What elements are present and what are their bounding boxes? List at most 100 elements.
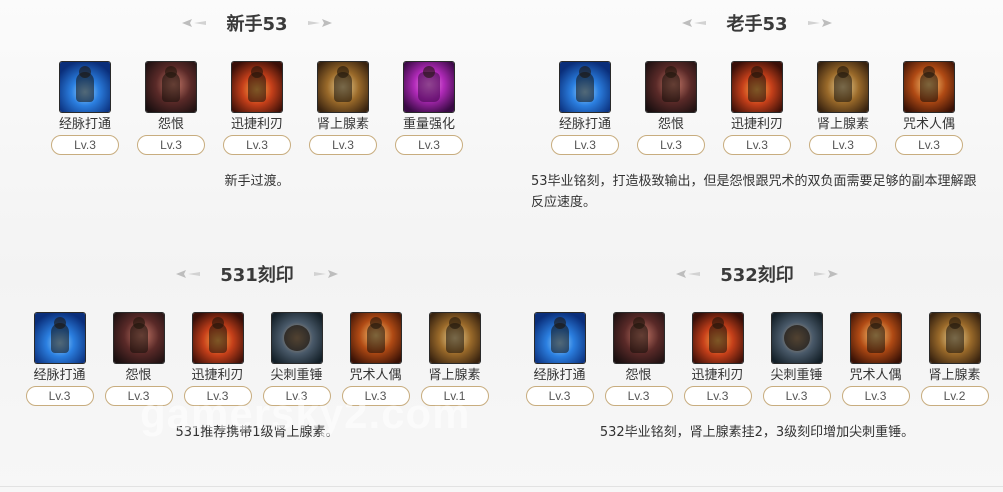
skill-level-badge: Lv.3 xyxy=(183,386,252,406)
skill-level-badge: Lv.3 xyxy=(723,135,791,155)
skill-item[interactable]: 肾上腺素 Lv.2 xyxy=(920,313,989,406)
adrenaline-icon xyxy=(318,62,368,112)
build-panel-532-engraving: 532刻印 经脉打通 Lv.3 怨恨 Lv.3 迅捷利刃 Lv.3 尖刺重锤 L… xyxy=(525,259,989,443)
weight-reinforce-icon xyxy=(404,62,454,112)
spiked-hammer-icon xyxy=(271,313,322,363)
panel-note: 53毕业铭刻，打造极致输出，但是怨恨跟咒术的双负面需要足够的副本理解跟反应速度。 xyxy=(531,174,977,210)
build-panel-novice-53: 新手53 经脉打通 Lv.3 怨恨 Lv.3 迅捷利刃 Lv.3 肾上腺素 Lv… xyxy=(27,8,487,192)
skill-item[interactable]: 迅捷利刃 Lv.3 xyxy=(683,313,752,406)
adrenaline-icon xyxy=(429,313,480,363)
skill-name: 肾上腺素 xyxy=(816,117,869,132)
skill-level-badge: Lv.3 xyxy=(637,135,705,155)
right-ornament-icon xyxy=(807,19,832,27)
left-ornament-icon xyxy=(676,270,701,278)
skill-item[interactable]: 经脉打通 Lv.3 xyxy=(548,62,623,155)
build-panel-531-engraving: 531刻印 经脉打通 Lv.3 怨恨 Lv.3 迅捷利刃 Lv.3 尖刺重锤 L… xyxy=(25,259,489,443)
skill-item[interactable]: 咒术人偶 Lv.3 xyxy=(841,313,910,406)
skill-name: 经脉打通 xyxy=(58,117,111,132)
skill-name: 怨恨 xyxy=(157,117,184,132)
skill-list: 经脉打通 Lv.3 怨恨 Lv.3 迅捷利刃 Lv.3 肾上腺素 Lv.3 重量… xyxy=(27,62,487,155)
left-ornament-icon xyxy=(682,19,707,27)
panel-title: 新手53 xyxy=(226,14,288,35)
skill-name: 经脉打通 xyxy=(558,117,611,132)
skill-item[interactable]: 怨恨 Lv.3 xyxy=(104,313,173,406)
skill-item[interactable]: 咒术人偶 Lv.3 xyxy=(341,313,410,406)
panel-note: 532毕业铭刻，肾上腺素挂2，3级刻印增加尖刺重锤。 xyxy=(599,425,915,440)
panel-note: 新手过渡。 xyxy=(224,174,290,189)
skill-name: 怨恨 xyxy=(625,368,652,383)
skill-name: 重量强化 xyxy=(402,117,455,132)
skill-level-badge: Lv.3 xyxy=(683,386,752,406)
skill-name: 咒术人偶 xyxy=(349,368,402,383)
skill-name: 肾上腺素 xyxy=(928,368,981,383)
skill-level-badge: Lv.3 xyxy=(604,386,673,406)
grudge-icon xyxy=(613,313,664,363)
skill-item[interactable]: 经脉打通 Lv.3 xyxy=(25,313,94,406)
curse-doll-icon xyxy=(904,62,954,112)
skill-level-badge: Lv.3 xyxy=(137,135,205,155)
swift-blade-icon xyxy=(692,313,743,363)
right-ornament-icon xyxy=(313,270,338,278)
skill-name: 尖刺重锤 xyxy=(770,368,823,383)
grudge-icon xyxy=(646,62,696,112)
skill-item[interactable]: 肾上腺素 Lv.1 xyxy=(420,313,489,406)
skill-level-badge: Lv.3 xyxy=(551,135,619,155)
skill-item[interactable]: 经脉打通 Lv.3 xyxy=(48,62,123,155)
skill-level-badge: Lv.3 xyxy=(262,386,331,406)
skill-level-badge: Lv.3 xyxy=(309,135,377,155)
skill-item[interactable]: 怨恨 Lv.3 xyxy=(634,62,709,155)
skill-level-badge: Lv.3 xyxy=(895,135,963,155)
skill-name: 经脉打通 xyxy=(33,368,86,383)
skill-name: 肾上腺素 xyxy=(316,117,369,132)
skill-level-badge: Lv.3 xyxy=(525,386,594,406)
panel-header: 新手53 xyxy=(27,8,487,38)
curse-doll-icon xyxy=(350,313,401,363)
swift-blade-icon xyxy=(732,62,782,112)
skill-item[interactable]: 重量强化 Lv.3 xyxy=(392,62,467,155)
build-panel-veteran-53: 老手53 经脉打通 Lv.3 怨恨 Lv.3 迅捷利刃 Lv.3 肾上腺素 Lv… xyxy=(527,8,987,213)
skill-item[interactable]: 迅捷利刃 Lv.3 xyxy=(720,62,795,155)
skill-list: 经脉打通 Lv.3 怨恨 Lv.3 迅捷利刃 Lv.3 肾上腺素 Lv.3 咒术… xyxy=(527,62,987,155)
skill-item[interactable]: 迅捷利刃 Lv.3 xyxy=(220,62,295,155)
skill-item[interactable]: 经脉打通 Lv.3 xyxy=(525,313,594,406)
skill-list: 经脉打通 Lv.3 怨恨 Lv.3 迅捷利刃 Lv.3 尖刺重锤 Lv.3 咒术… xyxy=(25,313,489,406)
skill-item[interactable]: 尖刺重锤 Lv.3 xyxy=(762,313,831,406)
left-ornament-icon xyxy=(182,19,207,27)
skill-item[interactable]: 肾上腺素 Lv.3 xyxy=(306,62,381,155)
skill-item[interactable]: 尖刺重锤 Lv.3 xyxy=(262,313,331,406)
skill-name: 迅捷利刃 xyxy=(730,117,783,132)
skill-name: 尖刺重锤 xyxy=(270,368,323,383)
panel-note: 531推荐携带1级肾上腺素。 xyxy=(175,425,339,440)
skill-item[interactable]: 肾上腺素 Lv.3 xyxy=(806,62,881,155)
skill-name: 咒术人偶 xyxy=(849,368,902,383)
skill-item[interactable]: 迅捷利刃 Lv.3 xyxy=(183,313,252,406)
skill-name: 怨恨 xyxy=(125,368,152,383)
adrenaline-icon xyxy=(929,313,980,363)
right-ornament-icon xyxy=(307,19,332,27)
skill-level-badge: Lv.3 xyxy=(841,386,910,406)
skill-name: 肾上腺素 xyxy=(428,368,481,383)
skill-name: 咒术人偶 xyxy=(902,117,955,132)
meridian-icon xyxy=(60,62,110,112)
skill-level-badge: Lv.2 xyxy=(920,386,989,406)
panel-title: 532刻印 xyxy=(720,265,794,286)
skill-level-badge: Lv.1 xyxy=(420,386,489,406)
meridian-icon xyxy=(534,313,585,363)
right-ornament-icon xyxy=(813,270,838,278)
skill-item[interactable]: 怨恨 Lv.3 xyxy=(604,313,673,406)
skill-level-badge: Lv.3 xyxy=(809,135,877,155)
skill-level-badge: Lv.3 xyxy=(341,386,410,406)
skill-level-badge: Lv.3 xyxy=(223,135,291,155)
skill-item[interactable]: 咒术人偶 Lv.3 xyxy=(892,62,967,155)
swift-blade-icon xyxy=(232,62,282,112)
skill-level-badge: Lv.3 xyxy=(104,386,173,406)
panel-title: 531刻印 xyxy=(220,265,294,286)
grudge-icon xyxy=(146,62,196,112)
skill-level-badge: Lv.3 xyxy=(51,135,119,155)
skill-list: 经脉打通 Lv.3 怨恨 Lv.3 迅捷利刃 Lv.3 尖刺重锤 Lv.3 咒术… xyxy=(525,313,989,406)
skill-name: 迅捷利刃 xyxy=(191,368,244,383)
divider xyxy=(0,486,1003,487)
meridian-icon xyxy=(560,62,610,112)
skill-item[interactable]: 怨恨 Lv.3 xyxy=(134,62,209,155)
left-ornament-icon xyxy=(176,270,201,278)
